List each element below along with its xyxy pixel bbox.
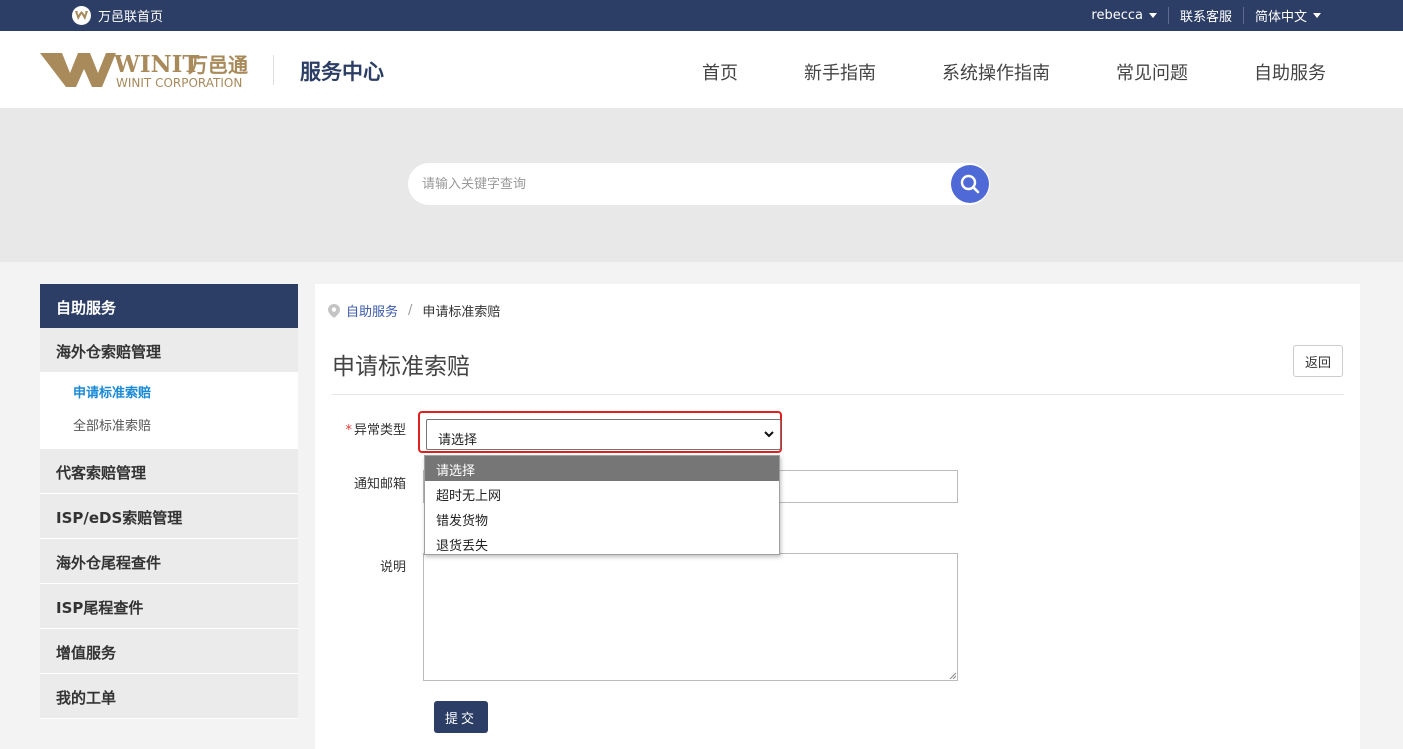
logo-sub-text: WINIT CORPORATION xyxy=(116,76,242,90)
resize-handle-icon[interactable] xyxy=(949,672,956,679)
winit-home-icon xyxy=(72,6,91,25)
divider xyxy=(273,55,274,85)
sidebar-subitem-all-claims[interactable]: 全部标准索赔 xyxy=(40,411,298,444)
logo-brand-text: WINIT xyxy=(113,51,200,78)
logo-cn-text: 万邑通 xyxy=(187,53,248,77)
dropdown-option-please-select[interactable]: 请选择 xyxy=(425,456,779,481)
location-pin-icon xyxy=(328,303,340,318)
page-title: 申请标准索赔 xyxy=(332,354,470,380)
sidebar-item-value-added[interactable]: 增值服务 xyxy=(40,629,298,674)
exception-type-selected-value: 请选择 xyxy=(438,433,478,448)
main-nav: 首页 新手指南 系统操作指南 常见问题 自助服务 xyxy=(702,59,1326,85)
required-mark: * xyxy=(345,423,352,438)
email-label: 通知邮箱 xyxy=(353,477,406,492)
header: WINIT 万邑通 WINIT CORPORATION 服务中心 首页 新手指南… xyxy=(0,31,1403,108)
sidebar-subitem-apply-claim[interactable]: 申请标准索赔 xyxy=(40,378,298,411)
breadcrumb-current: 申请标准索赔 xyxy=(422,305,501,320)
winit-logo-graphic: WINIT 万邑通 WINIT CORPORATION xyxy=(40,51,248,90)
sidebar-item-isp-eds-claims[interactable]: ISP/eDS索赔管理 xyxy=(40,494,298,539)
sidebar-item-isp-tracking[interactable]: ISP尾程查件 xyxy=(40,584,298,629)
language-label: 简体中文 xyxy=(1254,10,1307,25)
description-label: 说明 xyxy=(379,560,406,575)
search-button[interactable] xyxy=(951,165,989,203)
winit-logo[interactable]: WINIT 万邑通 WINIT CORPORATION xyxy=(40,51,250,91)
select-highlight-box: 请选择 xyxy=(418,411,782,453)
nav-item-self-service[interactable]: 自助服务 xyxy=(1254,59,1326,85)
exception-type-label-wrap: * 异常类型 xyxy=(326,419,406,438)
contact-service-label: 联系客服 xyxy=(1179,10,1232,25)
home-link-label: 万邑联首页 xyxy=(98,10,164,25)
home-link[interactable]: 万邑联首页 xyxy=(72,6,163,25)
chevron-down-icon xyxy=(1313,13,1321,18)
sidebar-submenu: 申请标准索赔 全部标准索赔 xyxy=(40,373,298,449)
sidebar-title: 自助服务 xyxy=(40,284,298,328)
breadcrumb-parent-link[interactable]: 自助服务 xyxy=(346,301,398,320)
nav-item-beginner-guide[interactable]: 新手指南 xyxy=(804,59,876,85)
dropdown-option-timeout-no-tracking[interactable]: 超时无上网 xyxy=(425,481,779,506)
nav-item-faq[interactable]: 常见问题 xyxy=(1116,59,1188,85)
exception-type-dropdown: 请选择 超时无上网 错发货物 退货丢失 xyxy=(424,455,780,555)
nav-item-system-guide[interactable]: 系统操作指南 xyxy=(942,59,1050,85)
chevron-down-icon xyxy=(764,431,774,438)
divider xyxy=(332,394,1344,395)
search-icon xyxy=(960,174,980,194)
breadcrumb-separator: / xyxy=(408,303,413,318)
user-menu[interactable]: rebecca xyxy=(1080,8,1168,23)
sidebar-item-overseas-claims[interactable]: 海外仓索赔管理 xyxy=(40,328,298,373)
sidebar-item-my-tickets[interactable]: 我的工单 xyxy=(40,674,298,719)
search-bar xyxy=(408,163,990,205)
search-banner xyxy=(0,108,1403,262)
dropdown-option-wrong-goods[interactable]: 错发货物 xyxy=(425,506,779,531)
top-bar: 万邑联首页 rebecca 联系客服 简体中文 xyxy=(0,0,1403,31)
nav-item-home[interactable]: 首页 xyxy=(702,59,738,85)
sidebar-item-overseas-tracking[interactable]: 海外仓尾程查件 xyxy=(40,539,298,584)
language-menu[interactable]: 简体中文 xyxy=(1244,6,1321,25)
user-name: rebecca xyxy=(1091,8,1143,23)
sidebar: 自助服务 海外仓索赔管理 申请标准索赔 全部标准索赔 代客索赔管理 ISP/eD… xyxy=(40,284,298,719)
submit-button[interactable]: 提交 xyxy=(434,701,488,733)
exception-type-label: 异常类型 xyxy=(353,423,406,438)
chevron-down-icon xyxy=(1148,13,1157,18)
contact-service-link[interactable]: 联系客服 xyxy=(1169,6,1243,25)
description-textarea[interactable] xyxy=(423,553,958,681)
search-input[interactable] xyxy=(422,174,922,194)
site-title: 服务中心 xyxy=(300,60,384,84)
exception-type-select[interactable]: 请选择 xyxy=(426,419,781,450)
sidebar-item-agent-claims[interactable]: 代客索赔管理 xyxy=(40,449,298,494)
dropdown-option-return-lost[interactable]: 退货丢失 xyxy=(425,531,779,556)
main-panel: 自助服务 / 申请标准索赔 申请标准索赔 返回 * 异常类型 请选择 通知邮箱 说… xyxy=(315,284,1360,749)
back-button[interactable]: 返回 xyxy=(1293,345,1343,377)
breadcrumb: 自助服务 / 申请标准索赔 xyxy=(328,301,500,320)
